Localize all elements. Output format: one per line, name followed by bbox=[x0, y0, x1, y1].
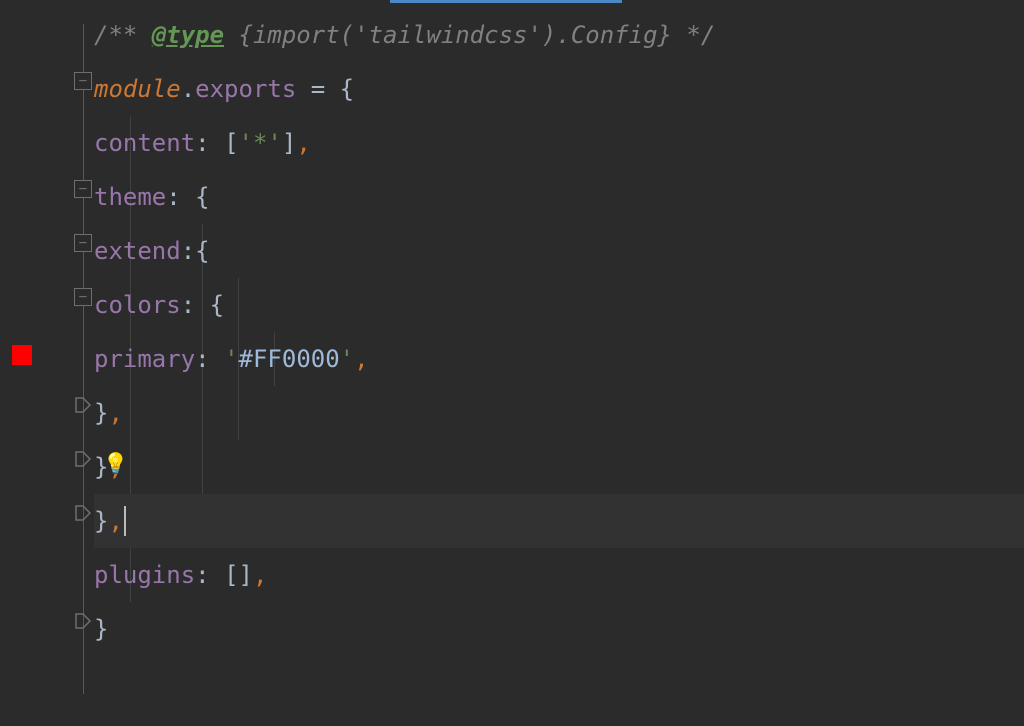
brace: } bbox=[94, 399, 108, 427]
code-content[interactable]: /** @type {import('tailwindcss').Config}… bbox=[94, 0, 1024, 726]
text-cursor bbox=[124, 506, 126, 536]
brace: { bbox=[195, 237, 209, 265]
property: exports bbox=[195, 75, 296, 103]
brace: } bbox=[94, 507, 108, 535]
punct: , bbox=[253, 561, 267, 589]
property: extend bbox=[94, 237, 181, 265]
operator: = bbox=[296, 75, 339, 103]
code-line[interactable]: module.exports = { bbox=[94, 62, 1024, 116]
code-line[interactable]: /** @type {import('tailwindcss').Config}… bbox=[94, 8, 1024, 62]
string: ' bbox=[340, 345, 354, 373]
punct: , bbox=[296, 129, 310, 157]
property: theme bbox=[94, 183, 166, 211]
breakpoint-marker[interactable] bbox=[12, 345, 32, 365]
code-editor[interactable]: 💡 /** @type {import('tailwindcss').Confi… bbox=[0, 0, 1024, 726]
property: primary bbox=[94, 345, 195, 373]
editor-gutter[interactable] bbox=[0, 0, 94, 726]
string: ' bbox=[267, 129, 281, 157]
fold-toggle-icon[interactable] bbox=[74, 288, 92, 306]
punct: : bbox=[195, 129, 224, 157]
intention-bulb-icon[interactable]: 💡 bbox=[103, 451, 128, 475]
color-value: #FF0000 bbox=[239, 345, 340, 373]
code-line[interactable] bbox=[94, 656, 1024, 710]
fold-toggle-icon[interactable] bbox=[74, 180, 92, 198]
keyword: module bbox=[94, 75, 181, 103]
bracket: [ bbox=[224, 129, 238, 157]
doctag: @type bbox=[152, 21, 224, 49]
code-line[interactable]: primary: '#FF0000', bbox=[94, 332, 1024, 386]
code-line[interactable]: }, bbox=[94, 440, 1024, 494]
fold-column bbox=[72, 0, 94, 726]
fold-toggle-icon[interactable] bbox=[74, 72, 92, 90]
code-line[interactable]: } bbox=[94, 602, 1024, 656]
punct: : bbox=[195, 561, 224, 589]
fold-toggle-icon[interactable] bbox=[74, 234, 92, 252]
string: ' bbox=[224, 345, 238, 373]
punct: : bbox=[181, 237, 195, 265]
code-line[interactable]: theme: { bbox=[94, 170, 1024, 224]
fold-end-icon[interactable] bbox=[74, 612, 92, 630]
punct: , bbox=[108, 399, 122, 427]
code-line[interactable]: content: ['*'], bbox=[94, 116, 1024, 170]
string: ' bbox=[239, 129, 253, 157]
punct: : bbox=[166, 183, 195, 211]
bracket: ] bbox=[282, 129, 296, 157]
fold-end-icon[interactable] bbox=[74, 504, 92, 522]
brace: { bbox=[340, 75, 354, 103]
brace: { bbox=[195, 183, 209, 211]
code-line[interactable]: colors: { bbox=[94, 278, 1024, 332]
punct: : bbox=[195, 345, 224, 373]
punct: : bbox=[181, 291, 210, 319]
code-line[interactable]: }, bbox=[94, 386, 1024, 440]
bracket: [] bbox=[224, 561, 253, 589]
punct: . bbox=[181, 75, 195, 103]
property: plugins bbox=[94, 561, 195, 589]
code-line-current[interactable]: }, bbox=[94, 494, 1024, 548]
property: content bbox=[94, 129, 195, 157]
punct: , bbox=[354, 345, 368, 373]
fold-end-icon[interactable] bbox=[74, 450, 92, 468]
comment-text: {import('tailwindcss').Config} */ bbox=[224, 21, 715, 49]
property: colors bbox=[94, 291, 181, 319]
code-line[interactable]: extend:{ bbox=[94, 224, 1024, 278]
brace: { bbox=[210, 291, 224, 319]
punct: , bbox=[108, 507, 122, 535]
string: * bbox=[253, 129, 267, 157]
code-line[interactable]: plugins: [], bbox=[94, 548, 1024, 602]
fold-end-icon[interactable] bbox=[74, 396, 92, 414]
comment-text: /** bbox=[94, 21, 152, 49]
brace: } bbox=[94, 615, 108, 643]
